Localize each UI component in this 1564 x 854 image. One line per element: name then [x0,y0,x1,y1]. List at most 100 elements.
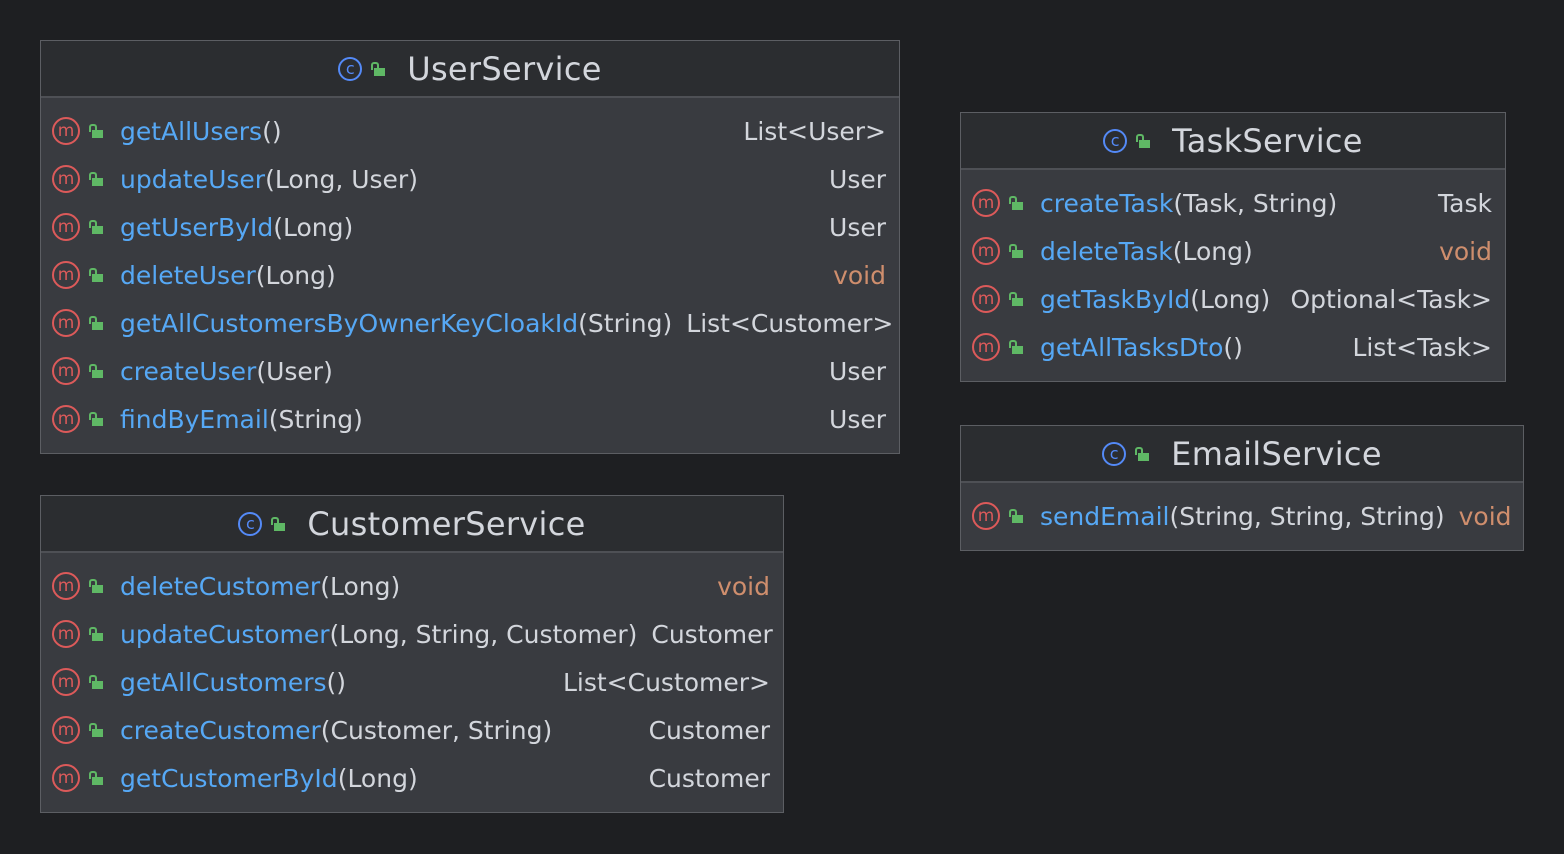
return-type: List<Customer> [562,667,770,697]
return-type: void [1458,501,1512,531]
method-signature: getTaskById(Long) [1040,285,1270,314]
method-icon: m [972,502,1000,530]
method-row[interactable]: m getAllCustomersByOwnerKeyCloakId(String… [41,299,899,347]
method-name: getCustomerById [120,763,338,793]
method-row[interactable]: m getUserById(Long) User [41,203,899,251]
method-icon: m [52,309,80,337]
method-row[interactable]: m getCustomerById(Long) Customer [41,754,783,802]
class-header: c UserService [41,41,899,98]
public-lock-icon [89,124,103,138]
method-signature: updateUser(Long, User) [120,165,418,194]
return-type: Optional<Task> [1290,284,1492,314]
method-row[interactable]: m createCustomer(Customer, String) Custome… [41,706,783,754]
method-params: (Long) [1172,236,1253,266]
return-type: User [829,356,886,386]
method-signature: sendEmail(String, String, String) [1040,502,1445,531]
method-params: (Long) [273,212,354,242]
method-name: createUser [120,356,257,386]
public-lock-icon [1135,446,1150,461]
method-row[interactable]: m sendEmail(String, String, String) void [961,492,1523,540]
method-params: () [1223,332,1243,362]
method-icon: m [52,165,80,193]
public-lock-icon [371,61,386,76]
class-icon: c [1103,128,1128,153]
method-name: getAllCustomers [120,667,327,697]
method-row[interactable]: m updateCustomer(Long, String, Customer) C… [41,610,783,658]
method-signature: getAllCustomersByOwnerKeyCloakId(String) [120,309,672,338]
method-signature: getUserById(Long) [120,213,353,242]
class-box-task-service[interactable]: c TaskService m createTask(Task, String) T… [960,112,1506,382]
method-row[interactable]: m updateUser(Long, User) User [41,155,899,203]
method-params: () [326,667,347,697]
method-row[interactable]: m getTaskById(Long) Optional<Task> [961,275,1505,323]
return-type: User [829,164,886,194]
method-name: getAllUsers [120,116,263,146]
method-name: createCustomer [120,715,321,745]
method-row[interactable]: m getAllCustomers() List<Customer> [41,658,783,706]
method-row[interactable]: m deleteUser(Long) void [41,251,899,299]
method-icon: m [52,716,80,744]
method-params: (Long, String, Customer) [329,619,638,649]
method-params: (User) [256,356,333,386]
method-params: (Long, User) [265,164,418,194]
method-params: (Long) [337,763,418,793]
method-row[interactable]: m createUser(User) User [41,347,899,395]
public-lock-icon [89,627,103,641]
method-list: m createTask(Task, String) Task m deleteTask… [961,170,1505,371]
return-type: List<Task> [1352,332,1492,362]
method-icon: m [52,668,80,696]
method-name: findByEmail [120,404,269,434]
public-lock-icon [89,579,103,593]
method-row[interactable]: m deleteCustomer(Long) void [41,562,783,610]
method-name: getAllCustomersByOwnerKeyCloakId [120,308,579,338]
method-name: deleteTask [1040,236,1173,266]
class-header: c EmailService [961,426,1523,483]
method-row[interactable]: m createTask(Task, String) Task [961,179,1505,227]
method-icon: m [52,764,80,792]
return-type: Customer [648,715,770,745]
method-icon: m [52,572,80,600]
class-title: UserService [407,49,602,88]
method-icon: m [972,237,1000,265]
return-type: Task [1438,188,1492,218]
method-list: m getAllUsers() List<User> m updateUser(Long… [41,98,899,443]
method-signature: getAllUsers() [120,117,282,146]
class-header: c CustomerService [41,496,783,553]
class-title: CustomerService [307,504,586,543]
method-icon: m [972,189,1000,217]
public-lock-icon [89,412,103,426]
method-params: (Long) [320,571,401,601]
method-signature: getAllCustomers() [120,668,346,697]
public-lock-icon [89,364,103,378]
public-lock-icon [89,268,103,282]
return-type: void [717,571,770,601]
public-lock-icon [89,316,103,330]
method-name: deleteUser [120,260,256,290]
diagram-canvas: c UserService m getAllUsers() List<User> m u… [0,0,1564,854]
class-header: c TaskService [961,113,1505,170]
method-icon: m [52,213,80,241]
method-list: m sendEmail(String, String, String) void [961,483,1523,540]
method-name: getAllTasksDto [1040,332,1224,362]
method-signature: deleteTask(Long) [1040,237,1253,266]
method-row[interactable]: m deleteTask(Long) void [961,227,1505,275]
method-name: getUserById [120,212,274,242]
method-signature: getCustomerById(Long) [120,764,418,793]
method-row[interactable]: m getAllTasksDto() List<Task> [961,323,1505,371]
method-params: (String) [268,404,363,434]
class-box-user-service[interactable]: c UserService m getAllUsers() List<User> m u… [40,40,900,454]
return-type: Customer [651,619,773,649]
public-lock-icon [89,723,103,737]
method-name: updateCustomer [120,619,330,649]
method-row[interactable]: m findByEmail(String) User [41,395,899,443]
class-box-customer-service[interactable]: c CustomerService m deleteCustomer(Long) v… [40,495,784,813]
method-params: () [262,116,282,146]
method-signature: updateCustomer(Long, String, Customer) [120,620,637,649]
method-signature: deleteCustomer(Long) [120,572,400,601]
public-lock-icon [89,172,103,186]
return-type: void [1439,236,1492,266]
class-box-email-service[interactable]: c EmailService m sendEmail(String, String… [960,425,1524,551]
method-icon: m [52,405,80,433]
method-name: sendEmail [1040,501,1170,531]
method-row[interactable]: m getAllUsers() List<User> [41,107,899,155]
